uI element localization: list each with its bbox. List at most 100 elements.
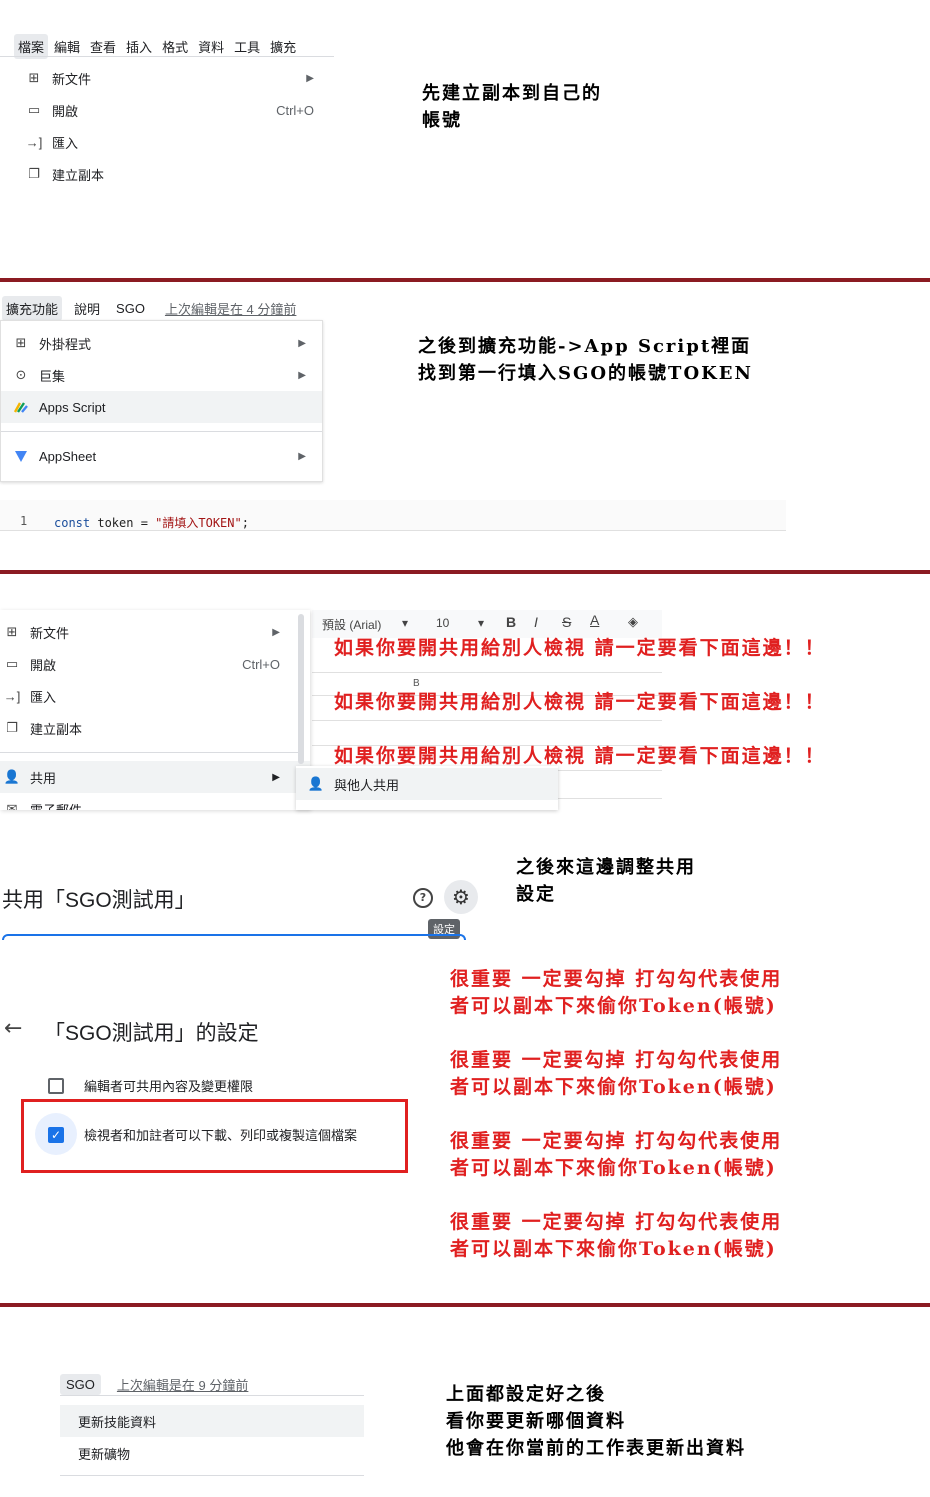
- share-input-underline: [2, 934, 466, 940]
- last-edit-link[interactable]: 上次編輯是在 4 分鐘前: [161, 296, 300, 321]
- menu-item-label: 更新技能資料: [78, 1414, 157, 1430]
- file-menu-3: ⊞ 新文件 ▶ ▭ 開啟 Ctrl+O →] 匯入 ❐ 建立副本 👤 共用 ▶ …: [0, 610, 310, 810]
- shortcut-label: Ctrl+O: [276, 102, 314, 118]
- settings-button[interactable]: ⚙: [444, 880, 478, 914]
- menu-item-import[interactable]: →] 匯入: [26, 126, 318, 158]
- menu-sgo[interactable]: SGO: [60, 1374, 101, 1395]
- share-dialog-title: 共用「SGO測試用」: [2, 889, 196, 912]
- note-update-data: 上面都設定好之後 看你要更新哪個資料 他會在你當前的工作表更新出資料: [446, 1384, 746, 1459]
- menubar-2: 擴充功能 說明 SGO 上次編輯是在 4 分鐘前: [2, 296, 302, 321]
- menu-item-update-minerals[interactable]: 更新礦物: [60, 1437, 364, 1469]
- new-doc-icon: ⊞: [6, 624, 18, 639]
- section-divider: [0, 570, 930, 574]
- menu-item-label: 巨集: [39, 368, 66, 384]
- fill-color-icon[interactable]: ◈: [628, 614, 638, 630]
- option-editors-share[interactable]: 編輯者可共用內容及變更權限: [48, 1076, 253, 1095]
- code-keyword: const: [54, 516, 91, 530]
- back-arrow-icon[interactable]: ←: [4, 1016, 22, 1041]
- submenu-arrow-icon: ▶: [298, 369, 306, 381]
- note-make-copy: 先建立副本到自己的 帳號: [422, 83, 602, 131]
- extensions-menu: ⊞ 外掛程式 ▶ ⊙ 巨集 ▶ Apps Script AppSheet ▶: [0, 320, 323, 482]
- code-string: "請填入TOKEN": [155, 516, 242, 530]
- menu-help[interactable]: 說明: [70, 296, 104, 321]
- menu-item-share[interactable]: 👤 共用 ▶: [0, 761, 310, 793]
- submenu-arrow-icon: ▶: [298, 337, 306, 349]
- font-size-select[interactable]: 10: [436, 616, 449, 630]
- menu-item-label: 新文件: [52, 71, 92, 87]
- menu-item-email[interactable]: ✉ 電子郵件: [0, 793, 310, 810]
- menu-extensions[interactable]: 擴充功能: [2, 296, 63, 321]
- size-dropdown-icon: ▾: [478, 616, 485, 630]
- menu-scrollbar[interactable]: [298, 614, 304, 764]
- checkbox-editors-share[interactable]: [48, 1077, 64, 1094]
- new-doc-icon: ⊞: [28, 70, 40, 85]
- menu-item-macros[interactable]: ⊙ 巨集 ▶: [1, 359, 322, 391]
- bold-icon[interactable]: B: [506, 614, 516, 630]
- play-circle-icon: ⊙: [15, 367, 27, 382]
- settings-title: 「SGO測試用」的設定: [44, 1022, 259, 1045]
- copy-icon: ❐: [28, 166, 40, 181]
- add-person-icon: 👤: [3, 769, 21, 784]
- menu-item-open[interactable]: ▭ 開啟 Ctrl+O: [26, 94, 318, 126]
- menu-sgo[interactable]: SGO: [112, 298, 149, 319]
- section-divider: [0, 278, 930, 282]
- last-edit-link[interactable]: 上次編輯是在 9 分鐘前: [113, 1372, 252, 1397]
- menu-item-new[interactable]: ⊞ 新文件 ▶: [26, 62, 318, 94]
- shortcut-label: Ctrl+O: [242, 656, 280, 672]
- import-icon: →]: [25, 134, 43, 150]
- menu-item-copy[interactable]: ❐ 建立副本: [0, 712, 310, 744]
- menu-item-label: 共用: [30, 770, 57, 786]
- menu-item-open[interactable]: ▭ 開啟 Ctrl+O: [0, 648, 310, 680]
- text-color-icon[interactable]: A: [590, 612, 599, 628]
- folder-icon: ▭: [5, 656, 19, 671]
- menubar-divider: [0, 56, 334, 57]
- copy-icon: ❐: [6, 720, 18, 735]
- menu-item-label: 開啟: [52, 103, 79, 119]
- help-icon[interactable]: ?: [413, 888, 433, 908]
- add-person-icon: 👤: [307, 776, 325, 791]
- menu-item-addons[interactable]: ⊞ 外掛程式 ▶: [1, 327, 322, 359]
- folder-icon: ▭: [27, 102, 41, 117]
- warning-3: 如果你要開共用給別人檢視 請一定要看下面這邊！！: [334, 745, 826, 767]
- share-submenu: 👤 與他人共用: [296, 766, 558, 810]
- italic-icon[interactable]: I: [534, 614, 538, 630]
- menu-item-label: 匯入: [52, 135, 79, 151]
- menu-separator: [1, 431, 322, 432]
- menu-item-update-skills[interactable]: 更新技能資料: [60, 1405, 364, 1437]
- code-text: token =: [90, 516, 156, 530]
- menu-item-apps-script[interactable]: Apps Script: [1, 391, 322, 423]
- note-adjust-share: 之後來這邊調整共用 設定: [516, 857, 696, 905]
- warning-2: 如果你要開共用給別人檢視 請一定要看下面這邊！！: [334, 691, 826, 713]
- menu-item-share-with-others[interactable]: 👤 與他人共用: [296, 768, 558, 800]
- menu-item-label: 電子郵件: [30, 802, 83, 811]
- font-select[interactable]: 預設 (Arial): [322, 616, 381, 633]
- submenu-arrow-icon: ▶: [298, 450, 306, 462]
- note-apps-script: 之後到擴充功能->App Script裡面 找到第一行填入SGO的帳號TOKEN: [418, 336, 753, 384]
- menubar-divider: [60, 1395, 364, 1396]
- addons-icon: ⊞: [15, 335, 27, 350]
- menu-item-copy[interactable]: ❐ 建立副本: [26, 158, 318, 190]
- section-divider: [0, 1303, 930, 1307]
- checkbox-viewers-download[interactable]: ✓: [48, 1126, 64, 1143]
- column-header-b: B: [413, 678, 420, 689]
- strikethrough-icon[interactable]: S: [562, 614, 571, 630]
- menu-item-label: 匯入: [30, 689, 57, 705]
- important-warning-3: 很重要 一定要勾掉 打勾勾代表使用 者可以副本下來偷你Token(帳號): [450, 1130, 783, 1179]
- menu-item-import[interactable]: →] 匯入: [0, 680, 310, 712]
- submenu-arrow-icon: ▶: [272, 626, 280, 638]
- menubar-5: SGO 上次編輯是在 9 分鐘前: [60, 1372, 254, 1397]
- menu-item-label: 外掛程式: [39, 336, 92, 352]
- important-warning-1: 很重要 一定要勾掉 打勾勾代表使用 者可以副本下來偷你Token(帳號): [450, 968, 783, 1017]
- code-editor-line[interactable]: 1 const token = "請填入TOKEN";: [0, 500, 786, 531]
- code-line: const token = "請填入TOKEN";: [54, 514, 249, 531]
- submenu-arrow-icon: ▶: [272, 771, 280, 783]
- important-warning-4: 很重要 一定要勾掉 打勾勾代表使用 者可以副本下來偷你Token(帳號): [450, 1211, 783, 1260]
- submenu-arrow-icon: ▶: [306, 72, 314, 84]
- code-end: ;: [241, 516, 249, 530]
- menu-separator: [0, 752, 300, 753]
- warning-1: 如果你要開共用給別人檢視 請一定要看下面這邊！！: [334, 637, 826, 659]
- option-viewers-download[interactable]: ✓ 檢視者和加註者可以下載、列印或複製這個檔案: [48, 1125, 357, 1144]
- menu-item-new[interactable]: ⊞ 新文件 ▶: [0, 616, 310, 648]
- menu-item-appsheet[interactable]: AppSheet ▶: [1, 440, 322, 472]
- menu-item-label: 建立副本: [52, 167, 105, 183]
